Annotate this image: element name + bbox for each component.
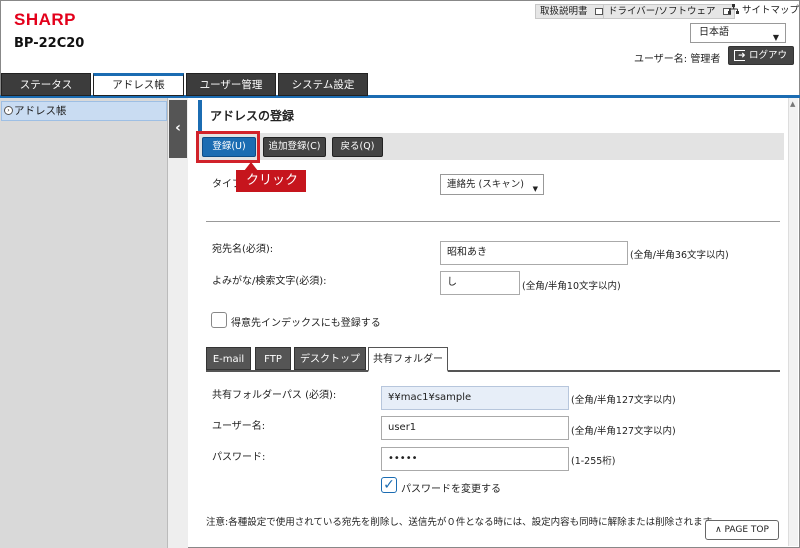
highlight-box: [196, 131, 260, 163]
page-title: アドレスの登録: [198, 100, 794, 132]
page-top-button[interactable]: ∧ PAGE TOP: [705, 520, 779, 540]
type-select[interactable]: 連絡先 (スキャン) ▼: [440, 174, 544, 195]
tab-system-settings[interactable]: システム設定: [278, 73, 368, 96]
notice-text: 注意:各種設定で使用されている宛先を削除し、送信先が０件となる時には、設定内容も…: [206, 517, 721, 528]
sidebar-item-address-book[interactable]: › アドレス帳: [1, 101, 167, 121]
type-select-value: 連絡先 (スキャン): [447, 179, 524, 190]
chevron-down-icon: ▼: [772, 33, 779, 42]
index-checkbox-label: 得意先インデックスにも登録する: [231, 318, 381, 329]
reading-label: よみがな/検索文字(必須):: [212, 276, 327, 287]
destination-tabs: E-mail FTP デスクトップ 共有フォルダー: [206, 347, 780, 372]
tab-desktop[interactable]: デスクトップ: [294, 347, 366, 370]
username-input[interactable]: user1: [381, 416, 569, 440]
external-link-icon: [594, 8, 603, 15]
reading-input[interactable]: し: [440, 271, 520, 295]
back-button[interactable]: 戻る(Q): [332, 137, 383, 157]
add-register-button[interactable]: 追加登録(C): [263, 137, 326, 157]
chevron-left-icon: ‹: [175, 120, 181, 136]
language-value: 日本語: [699, 27, 729, 38]
manual-link-label: 取扱説明書: [540, 6, 588, 17]
destination-name-input[interactable]: 昭和あき: [440, 241, 628, 265]
driver-software-link-label: ドライバー/ソフトウェア: [608, 6, 716, 17]
sitemap-icon: [728, 4, 742, 16]
tab-ftp[interactable]: FTP: [255, 347, 291, 370]
shared-path-label: 共有フォルダーパス (必須):: [212, 390, 337, 401]
manual-link[interactable]: 取扱説明書: [535, 4, 607, 19]
shared-path-input[interactable]: ¥¥mac1¥sample: [381, 386, 569, 410]
destination-name-hint: (全角/半角36文字以内): [630, 250, 729, 261]
section-divider: [206, 221, 780, 222]
reading-hint: (全角/半角10文字以内): [522, 281, 621, 292]
username-label: ユーザー名:: [212, 421, 266, 432]
click-callout: クリック: [236, 170, 306, 192]
language-select[interactable]: 日本語 ▼: [690, 23, 786, 43]
scroll-up-icon[interactable]: ▲: [790, 100, 795, 108]
tab-address-book[interactable]: アドレス帳: [93, 73, 184, 96]
sidebar-collapse-track: [168, 98, 188, 548]
sitemap-link[interactable]: サイトマップ: [728, 4, 799, 18]
collapse-sidebar-button[interactable]: ‹: [169, 100, 187, 158]
index-checkbox[interactable]: [211, 312, 227, 328]
password-input[interactable]: •••••: [381, 447, 569, 471]
main-tabs: ステータス アドレス帳 ユーザー管理 システム設定: [0, 73, 800, 98]
chevron-down-icon: ▼: [532, 185, 538, 193]
destination-name-label: 宛先名(必須):: [212, 244, 274, 255]
chevron-up-icon: ∧: [715, 525, 722, 535]
shared-path-hint: (全角/半角127文字以内): [571, 395, 676, 406]
username-hint: (全角/半角127文字以内): [571, 426, 676, 437]
scrollbar[interactable]: ▲: [788, 98, 798, 546]
model-name: BP-22C20: [14, 36, 85, 51]
password-label: パスワード:: [212, 452, 266, 463]
sidebar: [0, 98, 168, 548]
brand-logo: SHARP: [14, 10, 77, 29]
tab-status[interactable]: ステータス: [1, 73, 91, 96]
password-hint: (1-255桁): [571, 456, 616, 467]
logout-icon: [734, 48, 746, 65]
page-top-label: PAGE TOP: [724, 525, 769, 535]
driver-software-link[interactable]: ドライバー/ソフトウェア: [603, 4, 735, 19]
tab-shared-folder[interactable]: 共有フォルダー: [368, 347, 448, 372]
logout-button[interactable]: ログアウト: [728, 46, 794, 78]
sidebar-item-label: アドレス帳: [14, 105, 67, 117]
current-user: ユーザー名: 管理者: [634, 54, 721, 65]
tab-user-management[interactable]: ユーザー管理: [186, 73, 276, 96]
chevron-right-icon: ›: [4, 106, 13, 115]
sitemap-label: サイトマップ: [742, 5, 800, 16]
tab-email[interactable]: E-mail: [206, 347, 251, 370]
change-password-label: パスワードを変更する: [401, 484, 501, 495]
change-password-checkbox[interactable]: ✓: [381, 477, 397, 493]
